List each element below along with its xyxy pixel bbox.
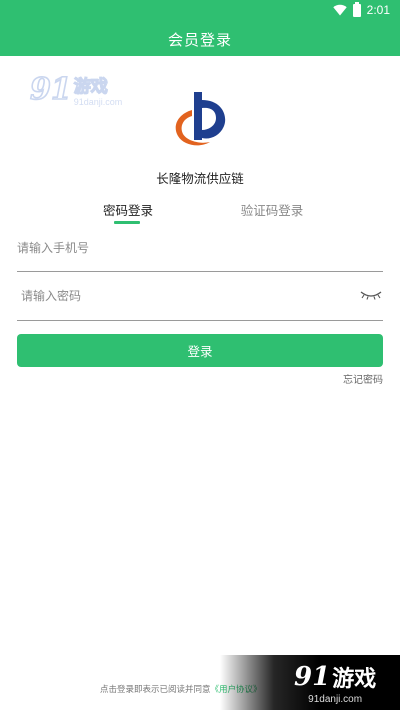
- forgot-password-link[interactable]: 忘记密码: [343, 371, 383, 386]
- company-logo-icon: [175, 92, 226, 146]
- clock: 2:01: [366, 3, 390, 17]
- agreement-text: 点击登录即表示已阅读并同意: [100, 685, 211, 695]
- watermark-bottom-number: 91: [294, 662, 331, 692]
- tab-password-login[interactable]: 密码登录: [100, 200, 156, 219]
- status-bar: 2:01: [0, 0, 400, 22]
- watermark-bottom-row: 91 游戏: [294, 661, 376, 693]
- watermark-domain: 91danji.com: [73, 97, 123, 107]
- page-title: 会员登录: [167, 30, 232, 49]
- company-name: 长隆物流供应链: [156, 171, 244, 186]
- active-tab-indicator: [114, 221, 140, 224]
- login-button[interactable]: 登录: [17, 334, 383, 367]
- battery-icon: [352, 1, 361, 17]
- password-input[interactable]: [17, 276, 383, 316]
- watermark-brand: 游戏: [73, 76, 108, 97]
- watermark-logo-bottom: 91 游戏 91danji.com: [220, 655, 400, 710]
- title-bar: 会员登录: [0, 22, 400, 56]
- phone-divider: [17, 271, 383, 272]
- watermark-bottom-brand: 游戏: [332, 667, 377, 692]
- password-divider: [17, 320, 383, 321]
- wifi-icon: [332, 4, 347, 16]
- tab-code-login[interactable]: 验证码登录: [240, 200, 304, 219]
- eye-closed-icon[interactable]: [360, 290, 382, 300]
- watermark-bottom-content: 91 游戏 91danji.com: [294, 661, 376, 705]
- status-icons: 2:01: [332, 1, 390, 17]
- phone-input[interactable]: [17, 228, 383, 268]
- watermark-number: 91: [29, 71, 72, 108]
- watermark-logo-top: 91 游戏 91danji.com: [29, 71, 123, 108]
- watermark-bottom-domain: 91danji.com: [308, 694, 363, 705]
